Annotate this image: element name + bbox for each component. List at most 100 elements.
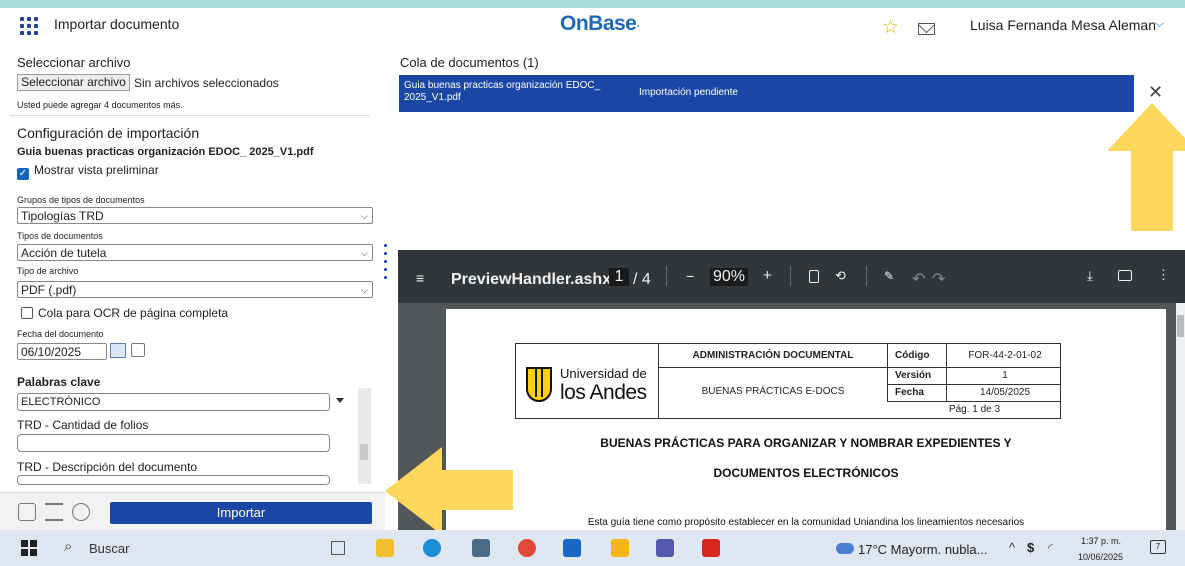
version-value: 1 — [1002, 370, 1008, 381]
clear-date-icon[interactable] — [131, 343, 145, 357]
dropdown-arrow-icon[interactable] — [336, 398, 344, 403]
teams-icon[interactable] — [656, 539, 674, 557]
chevron-down-icon: ⌵ — [361, 211, 368, 221]
edge-icon[interactable] — [423, 539, 441, 557]
close-icon[interactable]: ✕ — [1148, 82, 1163, 103]
clock-date[interactable]: 10/06/2025 — [1078, 552, 1123, 562]
remove-list-icon[interactable] — [45, 503, 63, 521]
menu-icon[interactable]: ≡ — [416, 270, 424, 286]
mail-icon[interactable] — [918, 23, 935, 35]
queue-title: Cola de documentos (1) — [400, 55, 539, 70]
table-line — [887, 343, 888, 401]
import-settings-icon[interactable] — [18, 503, 36, 521]
doc-title-cell: BUENAS PRÁCTICAS E-DOCS — [701, 386, 845, 397]
clock-time[interactable]: 1:37 p. m. — [1081, 536, 1121, 546]
doc-date-input[interactable]: 06/10/2025 — [17, 343, 107, 360]
wifi-icon[interactable]: ◜ — [1048, 541, 1053, 555]
toolbar-divider — [790, 266, 791, 286]
annotation-arrow-up-head — [1107, 103, 1185, 151]
notifications-icon[interactable]: 7 — [1150, 540, 1166, 554]
doc-heading-line2: DOCUMENTOS ELECTRÓNICOS — [713, 466, 899, 480]
table-line — [658, 367, 1061, 368]
annotate-icon[interactable]: ✎ — [884, 269, 894, 283]
chevron-down-icon[interactable]: ⌵ — [1155, 16, 1164, 31]
app-grid-icon[interactable] — [20, 17, 38, 35]
more-options-icon[interactable]: ⋮ — [1157, 267, 1170, 283]
calculator-icon[interactable] — [472, 539, 490, 557]
chrome-icon[interactable] — [518, 539, 536, 557]
fit-page-icon[interactable] — [809, 270, 819, 283]
code-label: Código — [895, 350, 930, 361]
page-count: Pág. 1 de 3 — [948, 404, 1001, 415]
page-title: Importar documento — [54, 16, 180, 32]
ocr-checkbox[interactable]: Cola para OCR de página completa — [21, 306, 228, 320]
sticky-notes-icon[interactable] — [376, 539, 394, 557]
annotation-arrow-left-head — [385, 447, 442, 535]
onbase-logo: OnBase· — [560, 12, 640, 35]
import-config-heading: Configuración de importación — [17, 125, 200, 141]
checkbox-icon[interactable] — [21, 307, 33, 319]
outlook-icon[interactable] — [563, 539, 581, 557]
toolbar-divider — [866, 266, 867, 286]
doc-dept: ADMINISTRACIÓN DOCUMENTAL — [692, 350, 854, 361]
zoom-input[interactable]: 90% — [710, 268, 748, 286]
zoom-out-icon[interactable]: − — [686, 268, 694, 284]
university-name-line1: Universidad de — [560, 366, 647, 381]
file-type-label: Tipo de archivo — [17, 266, 79, 276]
page-number-input[interactable]: 1 — [609, 268, 629, 286]
doc-body-text: Esta guía tiene como propósito establece… — [587, 517, 1025, 528]
description-label: TRD - Descripción del documento — [17, 460, 198, 474]
rotate-icon[interactable]: ⟲ — [835, 268, 846, 284]
toolbar-divider — [666, 266, 667, 286]
currency-icon[interactable]: $ — [1027, 540, 1034, 555]
import-button[interactable]: Importar — [110, 502, 372, 524]
pdf-scrollbar[interactable] — [1176, 303, 1185, 530]
annotation-arrow-left — [441, 470, 513, 510]
doc-types-select[interactable]: Acción de tutela ⌵ — [17, 244, 373, 261]
doc-groups-select[interactable]: Tipologías TRD ⌵ — [17, 207, 373, 224]
description-input[interactable] — [17, 475, 330, 485]
acrobat-icon[interactable] — [702, 539, 720, 557]
user-menu[interactable]: Luisa Fernanda Mesa Aleman — [970, 17, 1156, 33]
windows-start-icon[interactable] — [21, 540, 37, 556]
chevron-down-icon: ⌵ — [361, 285, 368, 295]
preview-label: Mostrar vista preliminar — [34, 163, 159, 177]
user-search-icon[interactable] — [72, 503, 90, 521]
weather-widget[interactable]: 17°C Mayorm. nubla... — [858, 542, 987, 557]
undo-icon[interactable]: ↶ — [912, 269, 925, 289]
preview-checkbox[interactable]: ✓ Mostrar vista preliminar — [17, 163, 159, 180]
task-view-icon[interactable] — [331, 541, 345, 555]
taskbar — [0, 530, 1185, 566]
star-icon[interactable]: ☆ — [882, 18, 899, 37]
checkbox-checked-icon[interactable]: ✓ — [17, 168, 29, 180]
folios-input[interactable] — [17, 434, 330, 452]
selected-file-name: Guia buenas practicas organización EDOC_… — [17, 146, 314, 158]
print-icon[interactable] — [1118, 270, 1132, 281]
tray-chevron-icon[interactable]: ^ — [1009, 540, 1015, 555]
queue-status: Importación pendiente — [639, 87, 738, 98]
weather-icon[interactable] — [836, 543, 854, 554]
file-type-select[interactable]: PDF (.pdf) ⌵ — [17, 281, 373, 298]
table-line — [887, 401, 1061, 402]
page-total: / 4 — [633, 271, 651, 288]
zoom-in-icon[interactable]: + — [763, 267, 772, 284]
calendar-icon[interactable] — [110, 343, 126, 358]
keywords-heading: Palabras clave — [17, 375, 101, 389]
doc-heading-line1: BUENAS PRÁCTICAS PARA ORGANIZAR Y NOMBRA… — [600, 436, 1012, 450]
pdf-filename: PreviewHandler.ashx — [451, 271, 612, 288]
redo-icon[interactable]: ↷ — [932, 269, 945, 289]
table-line — [946, 343, 947, 401]
file-explorer-icon[interactable] — [611, 539, 629, 557]
keyword-electronico-input[interactable]: ELECTRÓNICO — [17, 393, 330, 411]
search-icon[interactable]: ⌕ — [64, 538, 72, 555]
university-name-line2: los Andes — [560, 381, 647, 404]
select-file-button[interactable]: Seleccionar archivo — [17, 74, 130, 91]
table-line — [658, 343, 659, 419]
doc-groups-label: Grupos de tipos de documentos — [17, 195, 145, 205]
taskbar-search[interactable]: Buscar — [89, 541, 129, 556]
table-line — [887, 384, 1061, 385]
left-scrollbar[interactable] — [358, 388, 371, 484]
download-icon[interactable]: ⤓ — [1087, 268, 1093, 284]
splitter-handle[interactable] — [384, 244, 388, 280]
folios-label: TRD - Cantidad de folios — [17, 418, 149, 432]
